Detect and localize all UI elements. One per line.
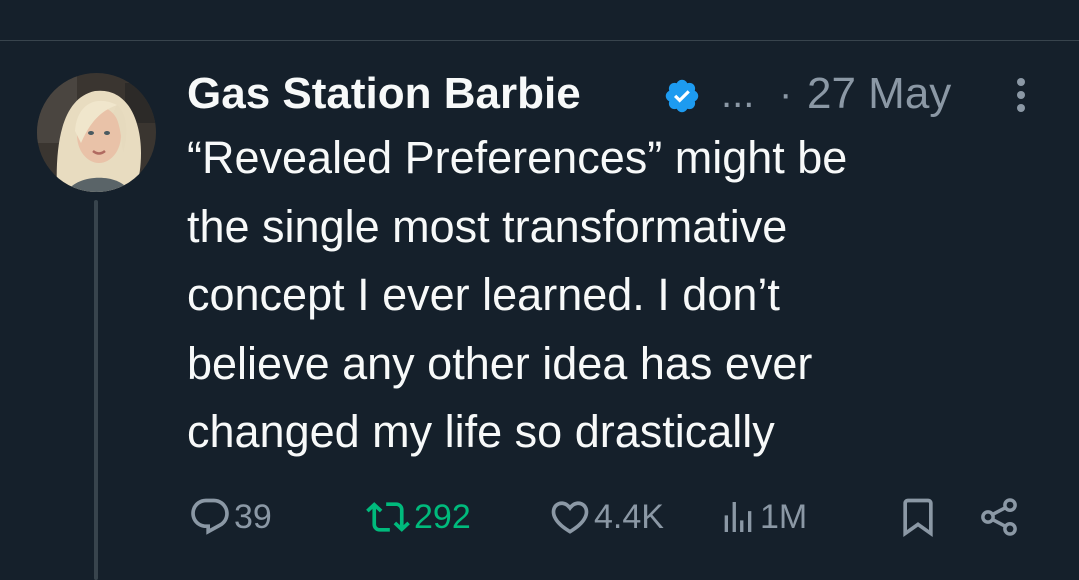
bookmark-icon	[903, 498, 933, 538]
share-icon	[981, 498, 1017, 536]
more-options-icon[interactable]	[1006, 75, 1036, 115]
author-name[interactable]: Gas Station Barbie	[187, 66, 581, 122]
reply-count: 39	[234, 498, 272, 536]
tweet-header: Gas Station Barbie ... · 27 May	[187, 66, 1047, 122]
verified-badge-icon	[665, 79, 699, 113]
retweet-button[interactable]: 292	[364, 490, 471, 544]
share-button[interactable]	[975, 490, 1023, 544]
action-bar: 39 292 4.4K 1M	[0, 490, 1079, 544]
heart-icon	[551, 501, 589, 534]
views-icon	[724, 502, 752, 532]
tweet-text: “Revealed Preferences” might be the sing…	[187, 132, 848, 457]
views-count: 1M	[760, 498, 808, 536]
like-count: 4.4K	[594, 498, 664, 536]
retweet-count: 292	[414, 498, 471, 536]
like-button[interactable]: 4.4K	[548, 490, 664, 544]
timestamp[interactable]: 27 May	[807, 66, 951, 122]
retweet-icon	[366, 502, 410, 532]
avatar-image	[37, 73, 156, 192]
avatar[interactable]	[37, 73, 156, 192]
handle-truncated[interactable]: ...	[721, 66, 754, 122]
reply-button[interactable]: 39	[188, 490, 272, 544]
bookmark-button[interactable]	[896, 490, 940, 544]
top-divider	[0, 40, 1079, 41]
reply-icon	[191, 498, 229, 535]
views-button[interactable]: 1M	[718, 490, 807, 544]
separator-dot: ·	[779, 72, 793, 116]
